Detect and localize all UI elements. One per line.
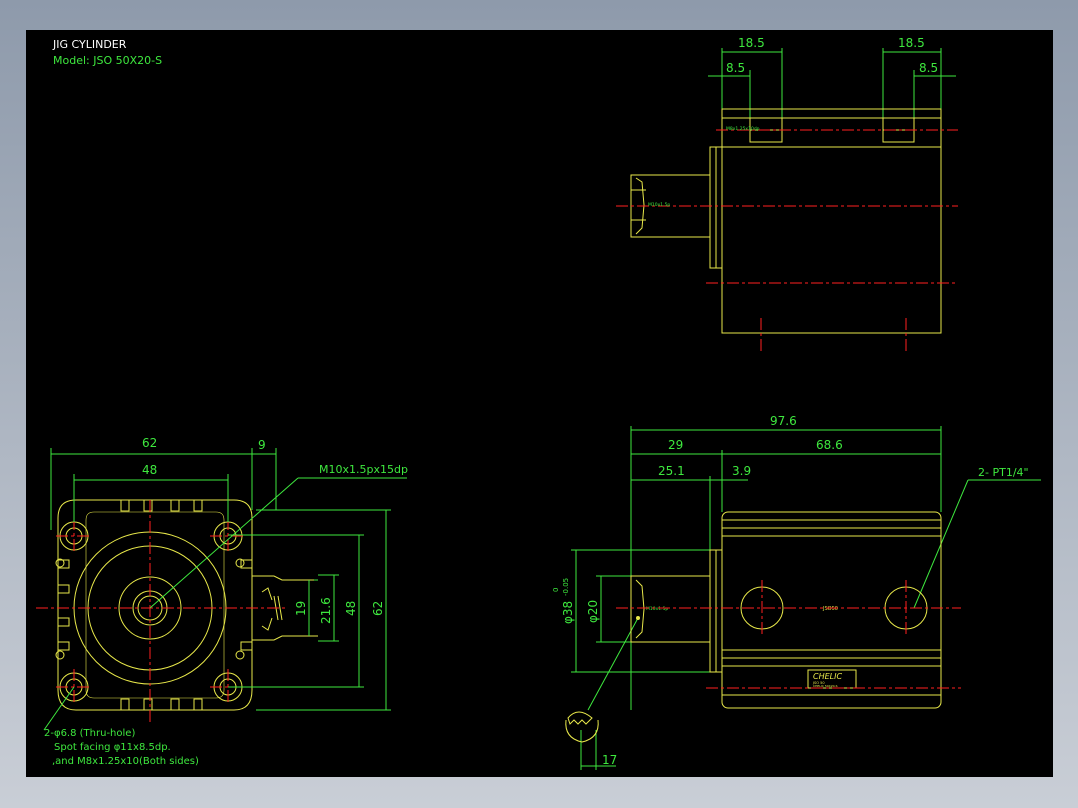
top-view: 18.5 8.5 18.5 8.5 M8x1.25x10dp M10x1.5p bbox=[616, 36, 958, 352]
note-spot-facing: Spot facing φ11x8.5dp. bbox=[54, 742, 171, 753]
plate-sub: CHELIC 50X20-S bbox=[813, 684, 838, 688]
dim-68-6: 68.6 bbox=[816, 438, 843, 452]
dim-dia38-tol: -0.05 bbox=[562, 578, 570, 596]
note-m8-thread: ,and M8x1.25x10(Both sides) bbox=[52, 756, 199, 767]
dim-29: 29 bbox=[668, 438, 683, 452]
side-view: 97.6 29 68.6 25.1 3.9 2- PT1/4" φ38 -0.0… bbox=[552, 414, 1041, 770]
dim-height-62: 62 bbox=[371, 601, 385, 616]
top-port-label: M8x1.25x10dp bbox=[726, 126, 760, 132]
dim-width-48: 48 bbox=[142, 463, 157, 477]
dim-dia20: φ20 bbox=[586, 600, 600, 623]
dim-top-left-18-5: 18.5 bbox=[738, 36, 765, 50]
dim-height-21-6: 21.6 bbox=[319, 597, 333, 624]
dim-top-right-8-5: 8.5 bbox=[919, 61, 938, 75]
drawing-title: JIG CYLINDER bbox=[52, 38, 127, 51]
callout-m10-thread: M10x1.5px15dp bbox=[319, 463, 408, 476]
front-view: 62 9 48 M10x1.5px15dp 19 21.6 48 62 2-φ6… bbox=[36, 436, 408, 767]
body-label: JSO50 bbox=[822, 606, 838, 612]
dim-17: 17 bbox=[602, 753, 617, 767]
note-thru-hole: 2-φ6.8 (Thru-hole) bbox=[44, 728, 135, 739]
dim-top-left-8-5: 8.5 bbox=[726, 61, 745, 75]
side-rod-label: M10x1.5p bbox=[646, 606, 668, 612]
plate-brand: CHELIC bbox=[813, 672, 842, 681]
dim-dia38-tol-upper: 0 bbox=[552, 588, 560, 592]
dim-height-48: 48 bbox=[344, 601, 358, 616]
model-label: Model: JSO 50X20-S bbox=[53, 54, 162, 67]
dim-side-9: 9 bbox=[258, 438, 266, 452]
dim-25-1: 25.1 bbox=[658, 464, 685, 478]
dim-dia38: φ38 bbox=[561, 601, 575, 624]
dim-top-right-18-5: 18.5 bbox=[898, 36, 925, 50]
cad-drawing-area[interactable]: JIG CYLINDER Model: JSO 50X20-S 18.5 8.5… bbox=[26, 30, 1053, 777]
dim-height-19: 19 bbox=[294, 601, 308, 616]
top-rod-label: M10x1.5p bbox=[648, 202, 670, 208]
callout-port-pt14: 2- PT1/4" bbox=[978, 466, 1029, 479]
dim-width-62: 62 bbox=[142, 436, 157, 450]
dim-overall-97-6: 97.6 bbox=[770, 414, 797, 428]
dim-3-9: 3.9 bbox=[732, 464, 751, 478]
